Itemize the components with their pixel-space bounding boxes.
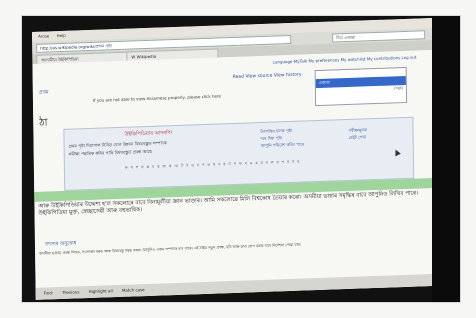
match-case-checkbox[interactable]: Match case <box>122 287 145 293</box>
find-previous-button[interactable]: Previous <box>62 289 79 295</box>
monitor-bezel <box>432 16 460 302</box>
section-subheading: সদস্যৰ অনুৰোধ <box>44 240 77 248</box>
page-title: ঠা <box>39 117 48 129</box>
font-notice: If you are not able to view Assamese pro… <box>92 93 222 103</box>
photo-frame: Arose Help http://as.wikipedia.org/wiki/… <box>0 0 476 318</box>
search-suggestions: ওজাৱা (সমূহ) <box>314 66 408 107</box>
find-label: Find: <box>43 290 54 296</box>
sidebar-link[interactable]: প্ৰথম <box>39 89 49 97</box>
menu-item[interactable]: Help <box>57 33 66 38</box>
alphabet-index[interactable]: ক খ গ ঘ ঙ চ ছ জ ঝ ঞ ট ঠ ড ঢ ণ ত থ দ ধ ন … <box>125 160 300 172</box>
photo-of-monitor: Arose Help http://as.wikipedia.org/wiki/… <box>22 16 460 302</box>
highlight-all-checkbox[interactable]: Highlight all <box>89 288 113 294</box>
page-actions[interactable]: Read View source View history <box>233 73 302 80</box>
web-page: Language MyTalk My preferences My watchl… <box>32 50 436 300</box>
welcome-line: সমীক্ষা পদ্ধতিক কৰিব পাৰি বিষয়বস্তুত প্… <box>68 148 152 157</box>
section-paragraph: অসমীয়া ভাষাত প্ৰবন্ধ লিখক, সংশোধন কৰক আ… <box>39 242 302 256</box>
menu-item[interactable]: Arose <box>38 33 49 38</box>
browser-window: Arose Help http://as.wikipedia.org/wiki/… <box>32 18 436 300</box>
help-link[interactable]: ৱেইট পেজ <box>349 134 367 142</box>
help-link[interactable]: আপুনি পৰিৱেশ কৰিব পাৰে <box>261 142 304 151</box>
personal-links[interactable]: Language MyTalk My preferences My watchl… <box>273 55 417 65</box>
welcome-title: উইকিপিডিয়াৰ আদৰণি! <box>124 130 173 138</box>
